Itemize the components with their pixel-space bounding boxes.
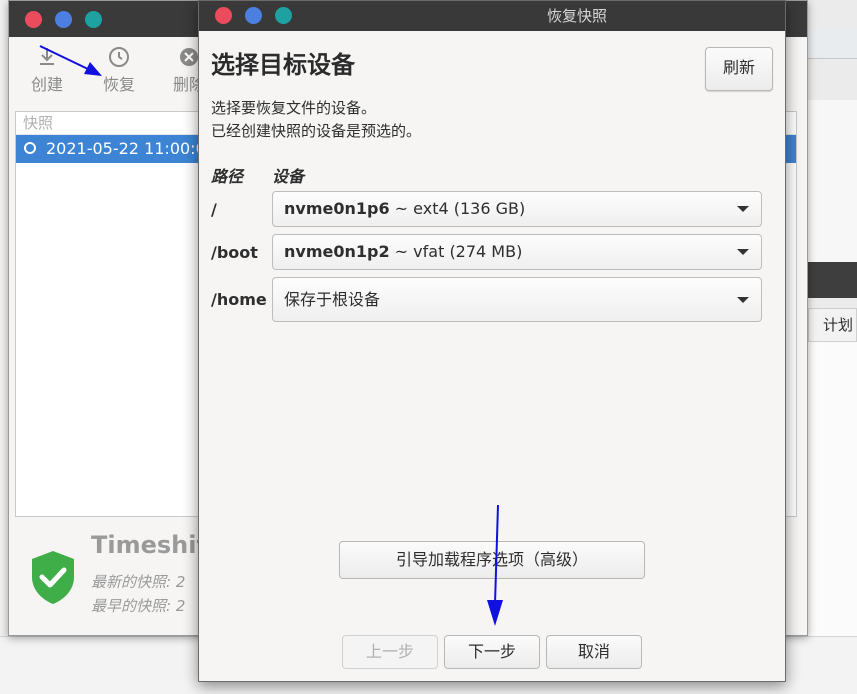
device-select-home[interactable]: 保存于根设备 (272, 277, 762, 322)
device-detail: ~ ext4 (136 GB) (389, 199, 526, 218)
oldest-snapshot-text: 最早的快照: 2 (91, 597, 186, 615)
download-icon (40, 48, 54, 65)
clock-icon (109, 47, 129, 67)
description-line-1: 选择要恢复文件的设备。 (211, 99, 377, 117)
restore-button[interactable]: 恢复 (89, 45, 149, 97)
device-detail: ~ vfat (274 MB) (389, 242, 523, 261)
device-detail: 保存于根设备 (284, 290, 381, 309)
desktop-background (0, 0, 8, 693)
cancel-button[interactable]: 取消 (546, 635, 642, 669)
previous-button[interactable]: 上一步 (342, 635, 438, 669)
close-button[interactable] (25, 11, 42, 28)
next-button[interactable]: 下一步 (444, 635, 540, 669)
column-header-path: 路径 (211, 167, 244, 186)
restore-label: 恢复 (102, 75, 135, 94)
device-select-root[interactable]: nvme0n1p6 ~ ext4 (136 GB) (272, 191, 762, 227)
create-label: 创建 (30, 75, 63, 94)
minimize-button[interactable] (55, 11, 72, 28)
page-title: 选择目标设备 (211, 51, 355, 79)
restore-dialog: 恢复快照 选择目标设备 刷新 选择要恢复文件的设备。 已经创建快照的设备是预选的… (198, 0, 786, 682)
dialog-titlebar: 恢复快照 (199, 1, 785, 31)
dropdown-arrow-icon (737, 206, 749, 212)
maximize-button[interactable] (85, 11, 102, 28)
clock-icon (24, 142, 36, 154)
path-home: /home (211, 290, 267, 309)
refresh-button[interactable]: 刷新 (705, 47, 773, 91)
dropdown-arrow-icon (737, 297, 749, 303)
background-schedule-button[interactable]: 计划 (808, 308, 857, 342)
shield-check-icon (32, 551, 74, 604)
path-root: / (211, 200, 217, 219)
dropdown-arrow-icon (737, 249, 749, 255)
snapshot-date: 2021-05-22 11:00:0 (46, 139, 206, 158)
latest-snapshot-text: 最新的快照: 2 (91, 573, 186, 591)
column-header-device: 设备 (272, 167, 305, 186)
description-line-2: 已经创建快照的设备是预选的。 (211, 122, 422, 140)
path-boot: /boot (211, 243, 258, 262)
dialog-title: 恢复快照 (546, 7, 607, 25)
bootloader-options-button[interactable]: 引导加载程序选项（高级） (339, 541, 645, 579)
background-window-titlebar (808, 262, 857, 298)
device-name: nvme0n1p2 (284, 242, 390, 261)
device-select-boot[interactable]: nvme0n1p2 ~ vfat (274 MB) (272, 234, 762, 270)
device-name: nvme0n1p6 (284, 199, 390, 218)
create-button[interactable]: 创建 (17, 45, 77, 97)
